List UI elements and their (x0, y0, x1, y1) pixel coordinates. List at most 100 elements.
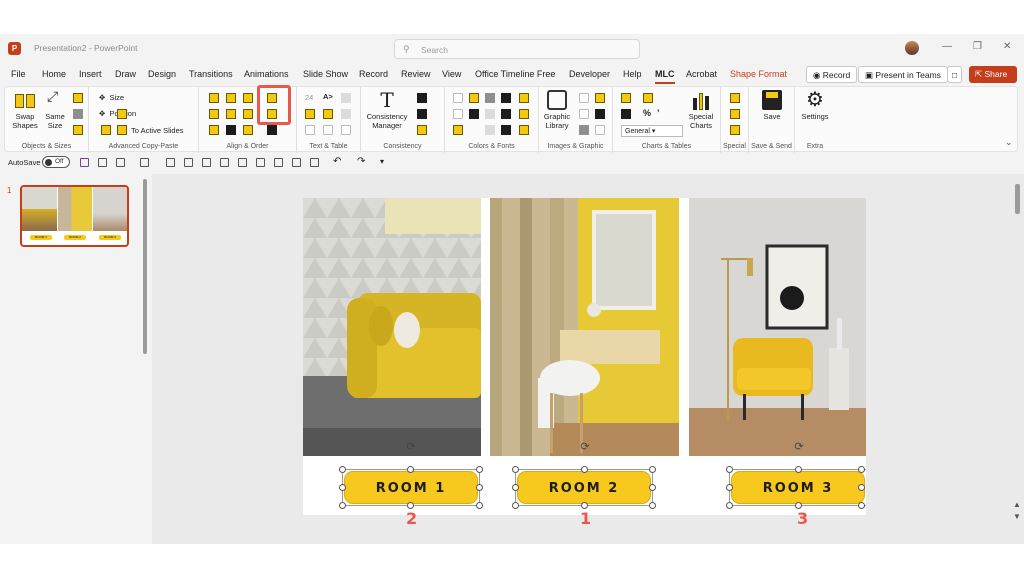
brush-icon[interactable] (417, 125, 427, 135)
tab-acrobat[interactable]: Acrobat (686, 69, 717, 79)
record-button[interactable]: ◉ Record (806, 66, 858, 83)
align-icon[interactable] (166, 158, 175, 167)
settings-button[interactable]: ⚙ Settings (797, 90, 833, 121)
tab-slide-show[interactable]: Slide Show (303, 69, 348, 79)
font-icon[interactable] (519, 125, 529, 135)
chart-tool-icon[interactable] (643, 93, 653, 103)
object-tool-icon[interactable] (73, 125, 83, 135)
color-swatch-icon[interactable] (453, 109, 463, 119)
undo-icon[interactable]: ↶ (333, 156, 341, 167)
customize-qat-icon[interactable]: ▾ (380, 157, 384, 166)
align-top-icon[interactable] (209, 109, 219, 119)
tab-file[interactable]: File (11, 69, 26, 79)
color-swatch-icon[interactable] (485, 109, 495, 119)
resize-handle[interactable] (858, 484, 865, 491)
room-photo-sofa[interactable] (303, 198, 481, 456)
resize-handle[interactable] (407, 502, 414, 509)
rotate-handle-icon[interactable]: ⟳ (405, 441, 417, 453)
special-tool-icon[interactable] (730, 125, 740, 135)
consistency-tool-icon[interactable] (417, 93, 427, 103)
resize-handle[interactable] (726, 466, 733, 473)
distribute-icon[interactable] (209, 125, 219, 135)
resize-handle[interactable] (476, 502, 483, 509)
color-swatch-icon[interactable] (469, 93, 479, 103)
resize-handle[interactable] (476, 484, 483, 491)
chart-tool-icon[interactable] (621, 93, 631, 103)
resize-handle[interactable] (407, 466, 414, 473)
resize-handle[interactable] (858, 466, 865, 473)
resize-handle[interactable] (649, 484, 656, 491)
fill-icon[interactable] (140, 158, 149, 167)
same-size-button[interactable]: ⤢ Same Size (41, 89, 69, 130)
image-tool-icon[interactable] (579, 93, 589, 103)
text-box-icon[interactable] (305, 109, 315, 119)
previous-slide-icon[interactable]: ▲ (1013, 500, 1021, 509)
align-icon[interactable] (184, 158, 193, 167)
rotate-handle-icon[interactable]: ⟳ (579, 441, 591, 453)
brush-icon[interactable] (98, 158, 107, 167)
table-icon[interactable] (341, 125, 351, 135)
tab-office-timeline[interactable]: Office Timeline Free (475, 69, 555, 79)
thumbnail-scrollbar[interactable] (143, 179, 147, 354)
share-button[interactable]: ⇱ Share ▾ (969, 66, 1017, 90)
font-size-value[interactable]: 24 (305, 93, 313, 102)
tab-insert[interactable]: Insert (79, 69, 102, 79)
text-tool-icon[interactable] (323, 109, 333, 119)
search-box[interactable]: ⚲ Search (394, 39, 640, 59)
align-icon[interactable] (238, 158, 247, 167)
resize-handle[interactable] (726, 484, 733, 491)
hashtag-icon[interactable] (579, 125, 589, 135)
tab-developer[interactable]: Developer (569, 69, 610, 79)
color-swatch-icon[interactable] (485, 125, 495, 135)
resize-handle[interactable] (512, 502, 519, 509)
image-tool-icon[interactable] (579, 109, 589, 119)
resize-handle[interactable] (476, 466, 483, 473)
image-tool-icon[interactable] (595, 93, 605, 103)
swap-shapes-button[interactable]: Swap Shapes (9, 90, 41, 130)
resize-handle[interactable] (512, 484, 519, 491)
redo-icon[interactable]: ↷ (357, 156, 365, 167)
room-photo-armchair[interactable] (689, 198, 866, 456)
color-swatch-icon[interactable] (485, 93, 495, 103)
distribute-icon[interactable] (292, 158, 301, 167)
align-icon[interactable] (202, 158, 211, 167)
tab-animations[interactable]: Animations (244, 69, 289, 79)
consistency-manager-button[interactable]: T Consistency Manager (365, 90, 409, 130)
align-bottom-icon[interactable] (243, 109, 253, 119)
color-swatch-icon[interactable] (501, 109, 511, 119)
resize-handle[interactable] (795, 502, 802, 509)
resize-handle[interactable] (512, 466, 519, 473)
tab-transitions[interactable]: Transitions (189, 69, 233, 79)
comments-icon[interactable]: □ (947, 66, 963, 83)
resize-handle[interactable] (339, 502, 346, 509)
resize-handle[interactable] (649, 502, 656, 509)
resize-handle[interactable] (858, 502, 865, 509)
tab-help[interactable]: Help (623, 69, 642, 79)
resize-handle[interactable] (339, 484, 346, 491)
special-charts-button[interactable]: Special Charts (685, 90, 717, 130)
resize-handle[interactable] (581, 502, 588, 509)
rotate-handle-icon[interactable]: ⟳ (793, 441, 805, 453)
image-tool-icon[interactable] (595, 109, 605, 119)
align-right-icon[interactable] (243, 93, 253, 103)
resize-handle[interactable] (581, 466, 588, 473)
order-icon[interactable] (243, 125, 253, 135)
graphic-library-button[interactable]: Graphic Library (541, 90, 573, 130)
color-swatch-icon[interactable] (469, 109, 479, 119)
save-button[interactable]: Save (757, 90, 787, 121)
number-format-icon[interactable]: ’ (657, 108, 660, 118)
number-format-select[interactable]: General ▾ (621, 125, 683, 137)
tab-shape-format[interactable]: Shape Format (730, 69, 787, 79)
text-tool-icon[interactable] (341, 109, 351, 119)
color-swatch-icon[interactable] (501, 125, 511, 135)
autosave-toggle[interactable]: Off (42, 156, 70, 168)
object-tool-icon[interactable] (73, 109, 83, 119)
color-swatch-icon[interactable] (501, 93, 511, 103)
room-photo-desk[interactable] (490, 198, 679, 456)
tab-draw[interactable]: Draw (115, 69, 136, 79)
minimize-icon[interactable]: — (942, 41, 952, 52)
resize-handle[interactable] (726, 502, 733, 509)
grid-icon[interactable] (226, 125, 236, 135)
align-icon[interactable] (256, 158, 265, 167)
font-size-grow-icon[interactable]: A˃ (323, 92, 333, 101)
